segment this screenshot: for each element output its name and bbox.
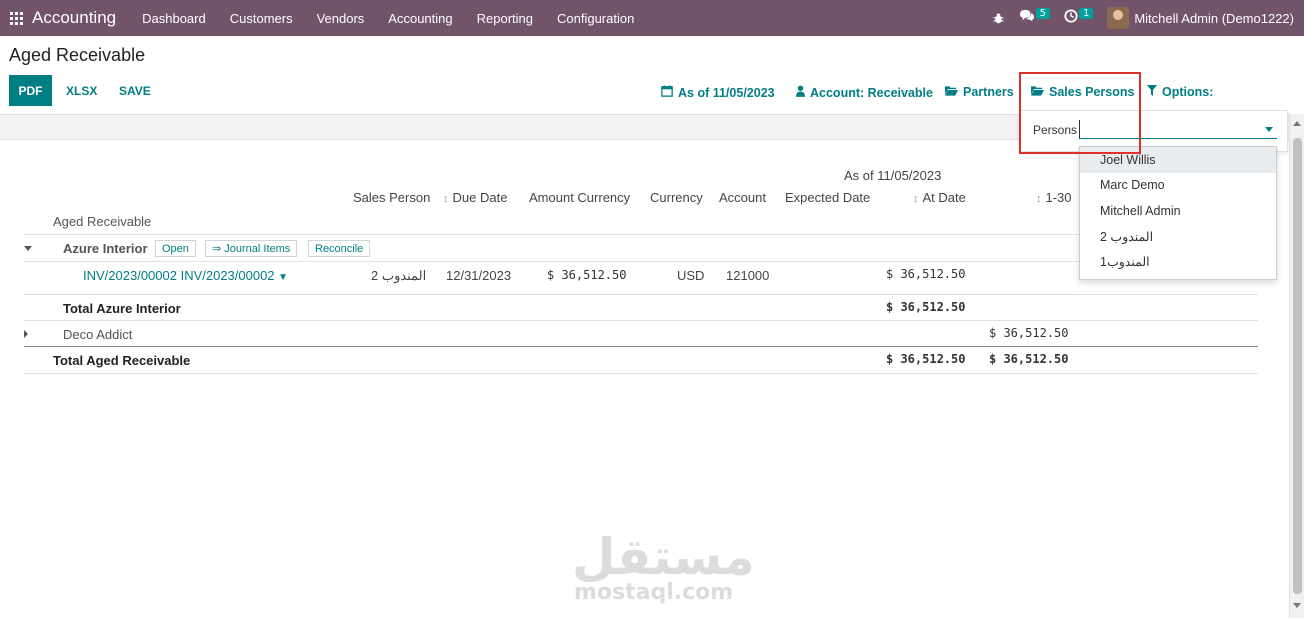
col-1-30[interactable]: ↕ 1-30 [1036,190,1072,205]
persons-options-list: Joel Willis Marc Demo Mitchell Admin الم… [1079,146,1277,280]
folder-open-icon [945,85,958,99]
option-mandoub-1[interactable]: المندوب1 [1080,249,1276,275]
clock-icon [1064,9,1078,27]
line-amount-currency: $ 36,512.50 [547,268,627,282]
folder-open-icon [1031,85,1044,99]
chat-bubbles-icon [1019,9,1035,27]
line-at-date: $ 36,512.50 [886,267,966,281]
option-marc-demo[interactable]: Marc Demo [1080,173,1276,199]
watermark-logo-latin: mostaql.com [574,580,734,605]
sales-persons-filter[interactable]: Sales Persons [1031,85,1134,99]
invoice-ref: INV/2023/00002 INV/2023/00002 [83,268,275,283]
app-brand[interactable]: Accounting [32,8,116,28]
divider [24,373,1258,374]
journal-items-button[interactable]: ⇒ Journal Items [205,240,298,257]
xlsx-button[interactable]: XLSX [66,84,97,98]
partners-filter-label: Partners [963,85,1014,99]
divider [24,346,1258,347]
line-account: 121000 [726,268,770,283]
page-title: Aged Receivable [9,45,146,65]
col-at-date[interactable]: ↕ At Date [913,190,966,205]
scroll-thumb[interactable] [1293,138,1302,594]
calendar-icon [661,85,673,100]
scroll-down-arrow-icon[interactable] [1293,603,1301,608]
period-header: As of 11/05/2023 [844,168,942,183]
menu-configuration[interactable]: Configuration [545,11,646,26]
account-filter[interactable]: Account: Receivable [796,85,933,100]
partner-deco-addict[interactable]: Deco Addict [63,327,132,342]
sort-icon: ↕ [1036,193,1042,205]
col-account[interactable]: Account [719,190,766,205]
reconcile-button[interactable]: Reconcile [308,240,371,257]
user-icon [796,85,805,100]
open-button[interactable]: Open [155,240,196,257]
col-amount-currency[interactable]: Amount Currency [529,190,630,205]
option-joel-willis[interactable]: Joel Willis [1080,147,1276,173]
menu-accounting[interactable]: Accounting [376,11,464,26]
options-filter[interactable]: Options: [1147,85,1213,99]
account-filter-label: Account: Receivable [810,85,933,100]
activities-button[interactable]: 1 [1064,7,1094,27]
total-azure-interior-at-date: $ 36,512.50 [886,300,966,314]
partners-filter[interactable]: Partners [945,85,1014,99]
col-expected-date[interactable]: Expected Date [785,190,870,205]
deco-addict-1-30: $ 36,512.50 [989,326,1069,340]
total-azure-interior-label: Total Azure Interior [63,301,181,316]
funnel-icon [1147,85,1157,99]
invoice-line-link[interactable]: INV/2023/00002 INV/2023/00002 ▼ [83,268,288,283]
caret-down-icon: ▼ [278,272,289,283]
options-filter-label: Options: [1162,85,1214,99]
caret-down-icon[interactable] [24,246,32,251]
menu-dashboard[interactable]: Dashboard [130,11,218,26]
divider [24,294,1258,295]
grand-total-label: Total Aged Receivable [53,353,191,368]
messages-count-badge: 5 [1035,7,1050,19]
date-filter-label: As of 11/05/2023 [678,85,775,100]
col-due-date-label: Due Date [452,190,508,205]
col-due-date[interactable]: ↕ Due Date [443,190,507,205]
sort-icon: ↕ [913,193,919,205]
option-mandoub-2[interactable]: المندوب 2 [1080,224,1276,250]
menu-vendors[interactable]: Vendors [305,11,377,26]
divider [24,261,1258,262]
date-filter[interactable]: As of 11/05/2023 [661,85,775,100]
grand-total-1-30: $ 36,512.50 [989,352,1069,366]
activities-count-badge: 1 [1078,7,1094,19]
menu-customers[interactable]: Customers [218,11,305,26]
apps-menu-icon[interactable] [4,0,28,36]
chevron-down-icon[interactable] [1265,127,1273,132]
user-menu[interactable]: Mitchell Admin (Demo1222) [1134,11,1294,26]
section-label: Aged Receivable [53,214,152,229]
pdf-button[interactable]: PDF [9,75,52,106]
debug-bug-icon[interactable] [992,12,1005,25]
col-1-30-label: 1-30 [1045,190,1072,205]
user-avatar[interactable] [1107,7,1130,29]
partner-azure-interior[interactable]: Azure Interior [63,241,148,256]
line-sales-person: المندوب 2 [371,268,427,283]
watermark-logo-arabic: مستقل [572,528,755,586]
menu-reporting[interactable]: Reporting [465,11,545,26]
col-currency[interactable]: Currency [650,190,703,205]
col-sales-person[interactable]: Sales Person [353,190,430,205]
divider [24,320,1258,321]
scroll-up-arrow-icon[interactable] [1293,121,1301,126]
divider [24,234,1258,235]
messages-button[interactable]: 5 [1019,7,1050,27]
persons-select-input[interactable] [1079,120,1277,139]
sort-icon: ↕ [443,193,449,205]
sales-persons-filter-label: Sales Persons [1049,85,1135,99]
line-due-date: 12/31/2023 [446,268,512,283]
line-currency: USD [677,268,705,283]
persons-label: Persons [1033,123,1078,137]
option-mitchell-admin[interactable]: Mitchell Admin [1080,198,1276,224]
vertical-scrollbar[interactable] [1289,114,1304,618]
caret-right-icon[interactable] [24,330,28,338]
col-at-date-label: At Date [922,190,966,205]
top-navbar: Accounting Dashboard Customers Vendors A… [0,0,1304,36]
save-button[interactable]: SAVE [119,84,151,98]
grand-total-at-date: $ 36,512.50 [886,352,966,366]
